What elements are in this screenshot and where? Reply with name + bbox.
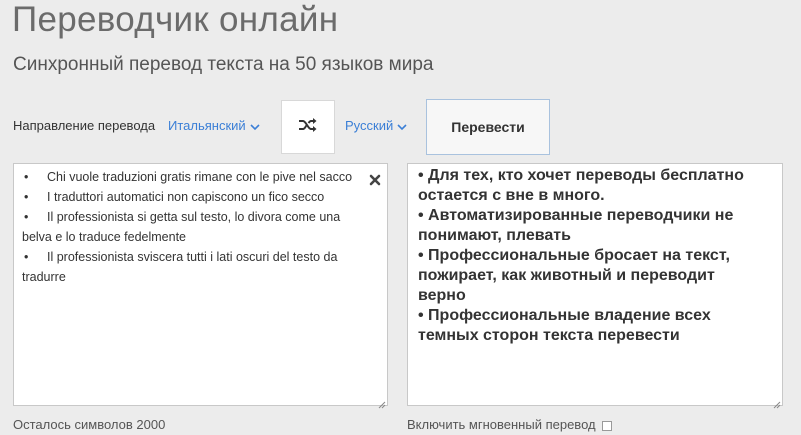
source-line-text: Il professionista sviscera tutti i lati … [47, 250, 338, 264]
chars-left-counter: Осталось символов 2000 [13, 417, 166, 432]
translated-line: • Профессиональные бросает на текст, [418, 247, 730, 264]
source-line-text: Il professionista si getta sul testo, lo… [47, 210, 341, 224]
source-line: • Il professionista sviscera tutti i lat… [22, 247, 374, 287]
source-line-text: I traduttori automatici non capiscono un… [47, 190, 325, 204]
clear-icon[interactable] [369, 173, 383, 187]
target-language-select[interactable]: Русский [345, 118, 407, 134]
source-text: • Chi vuole traduzioni gratis rimane con… [22, 167, 374, 287]
resize-grip-icon[interactable] [378, 396, 386, 409]
resize-grip-icon[interactable] [773, 396, 781, 409]
translated-line: • Автоматизированные переводчики не [418, 207, 734, 224]
source-language-value: Итальянский [168, 118, 246, 133]
bullet: • [24, 250, 29, 264]
translated-text: • Для тех, кто хочет переводы бесплатно … [418, 166, 778, 346]
instant-translate-label: Включить мгновенный перевод [407, 417, 596, 432]
source-line-continuation: belva e lo traduce fedelmente [22, 230, 186, 244]
source-line: • I traduttori automatici non capiscono … [22, 187, 374, 207]
page-subtitle: Синхронный перевод текста на 50 языков м… [13, 54, 434, 75]
translated-line: верно [418, 287, 466, 304]
source-line: • Il professionista si getta sul testo, … [22, 207, 374, 247]
shuffle-icon [298, 117, 318, 138]
swap-languages-button[interactable] [281, 100, 335, 154]
translated-line: остается с вне в много. [418, 187, 605, 204]
chevron-down-icon [250, 119, 260, 134]
instant-translate-checkbox[interactable] [602, 420, 613, 431]
source-line-text: Chi vuole traduzioni gratis rimane con l… [47, 170, 353, 184]
translated-line: пожирает, как животный и переводит [418, 267, 715, 284]
source-language-select[interactable]: Итальянский [168, 118, 260, 134]
direction-label: Направление перевода [13, 118, 156, 133]
source-line-continuation: tradurre [22, 270, 66, 284]
target-textarea[interactable]: • Для тех, кто хочет переводы бесплатно … [407, 163, 783, 409]
page-title: Переводчик онлайн [12, 0, 339, 39]
bullet: • [24, 210, 29, 224]
translated-line: темных сторон текста перевести [418, 327, 680, 344]
bullet: • [24, 170, 29, 184]
target-language-value: Русский [345, 118, 394, 133]
instant-translate-toggle[interactable]: Включить мгновенный перевод [407, 417, 613, 432]
bullet: • [24, 190, 29, 204]
source-line: • Chi vuole traduzioni gratis rimane con… [22, 167, 374, 187]
translated-line: • Для тех, кто хочет переводы бесплатно [418, 167, 744, 184]
translate-button[interactable]: Перевести [426, 99, 550, 155]
translated-line: • Профессиональные владение всех [418, 307, 711, 324]
chevron-down-icon [397, 119, 407, 134]
source-textarea[interactable]: • Chi vuole traduzioni gratis rimane con… [13, 163, 388, 409]
translated-line: понимают, плевать [418, 227, 571, 244]
